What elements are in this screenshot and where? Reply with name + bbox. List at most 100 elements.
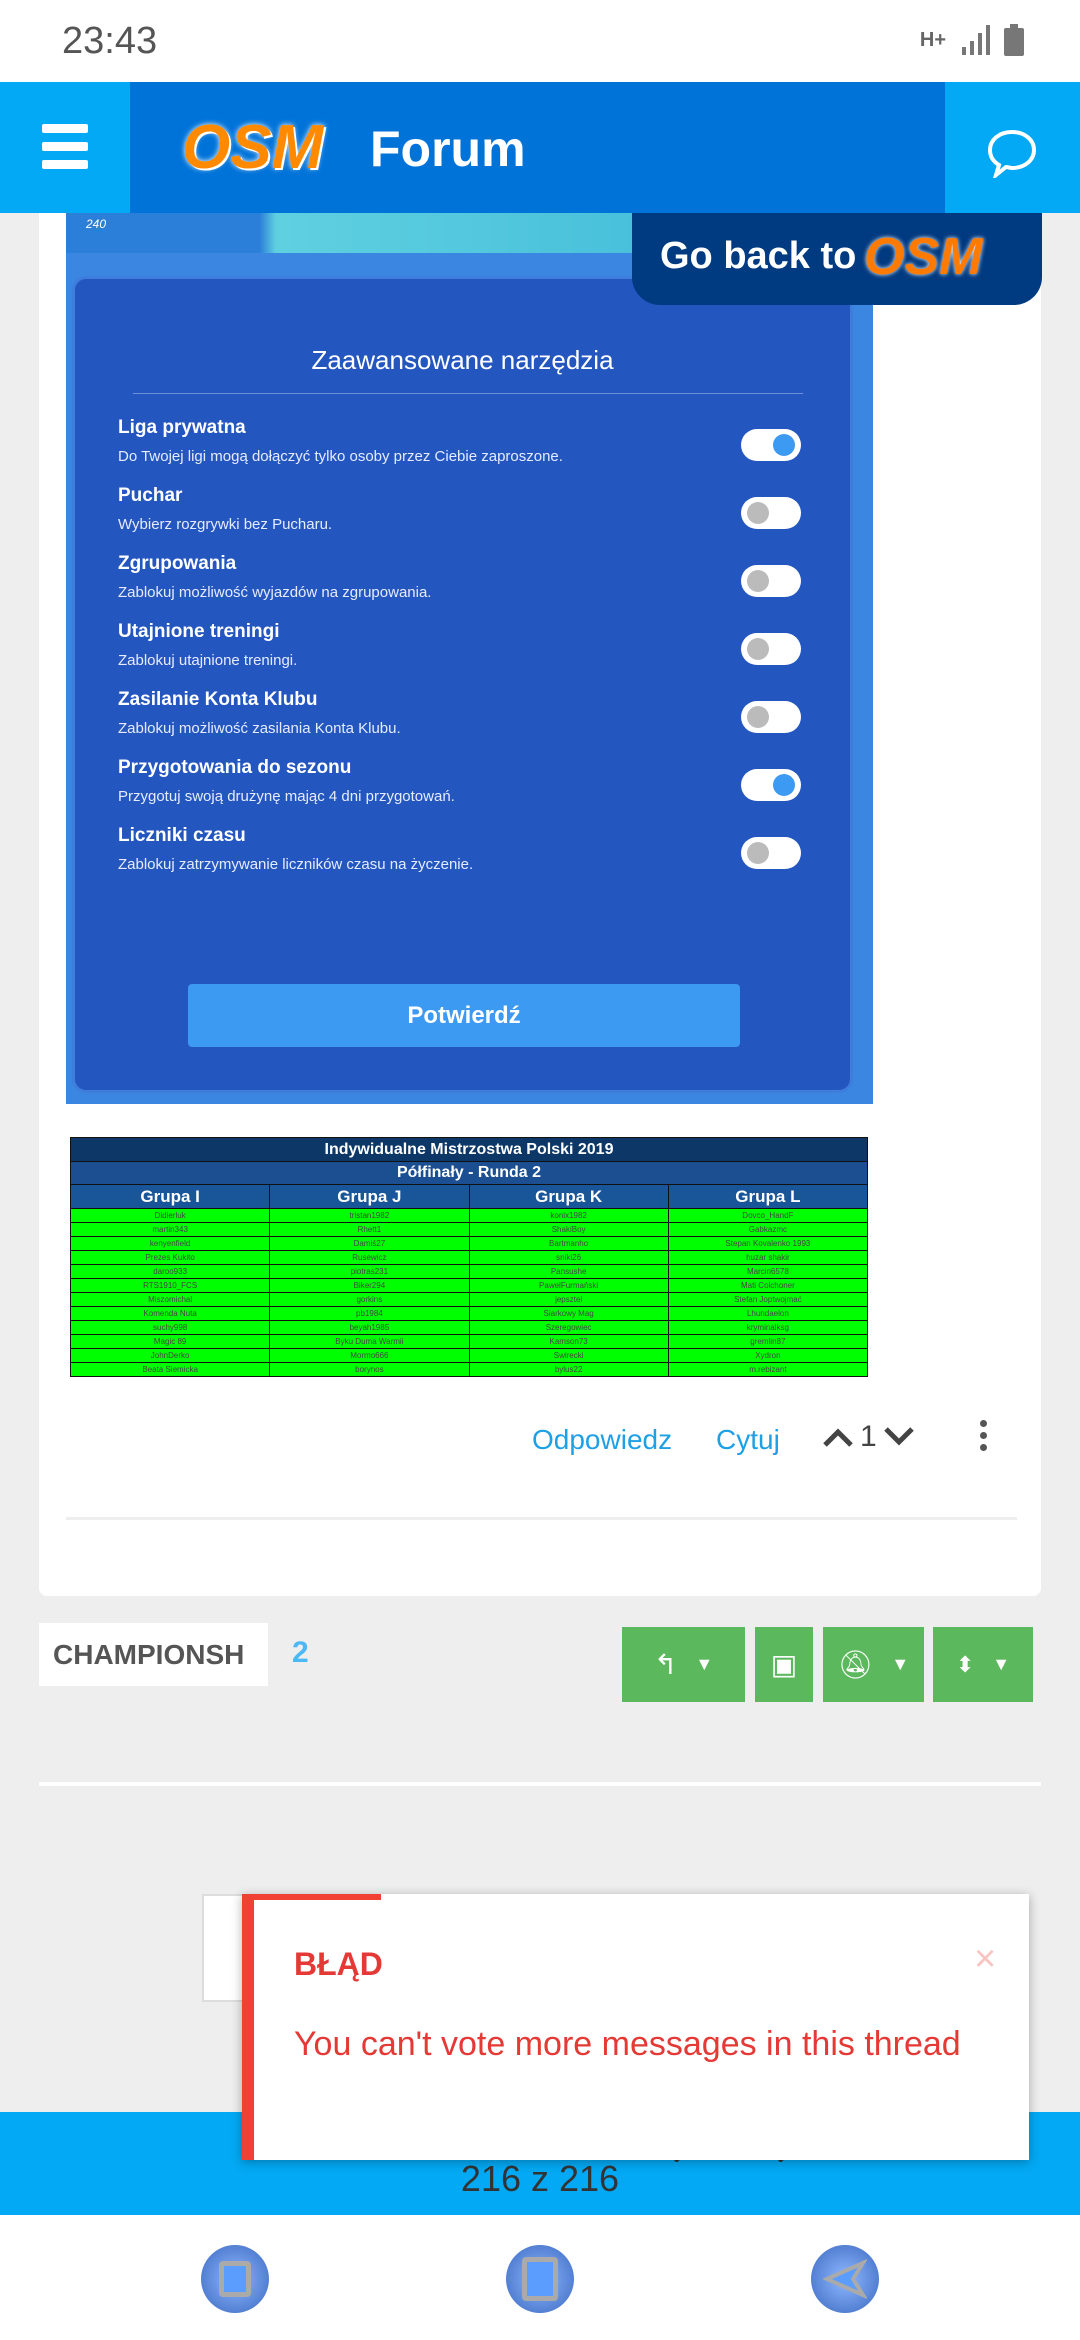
table-row: JohnDerko Mormo666 Swirecki Xydron xyxy=(69,1348,869,1363)
setting-item: Utajnione treningi Zablokuj utajnione tr… xyxy=(118,621,818,669)
panel-title: Zaawansowane narzędzia xyxy=(311,345,614,375)
post-image-settings: 240 Zaawansowane narzędzia Liga prywatna… xyxy=(66,213,873,1104)
table-cell: suchy998 xyxy=(69,1320,271,1335)
setting-toggle[interactable] xyxy=(741,497,801,529)
reply-dropdown-button[interactable]: ↰ ▼ xyxy=(622,1627,745,1702)
table-cell: Pansushe xyxy=(468,1264,669,1279)
table-cell: ShakiBoy xyxy=(468,1222,669,1237)
setting-toggle[interactable] xyxy=(741,565,801,597)
table-cell: Dovco_HandF xyxy=(667,1208,869,1223)
table-cell: Didierluk xyxy=(69,1208,271,1223)
setting-label: Liczniki czasu xyxy=(118,825,246,846)
setting-description: Wybierz rozgrywki bez Pucharu. xyxy=(118,516,333,533)
home-icon[interactable] xyxy=(506,2245,574,2313)
forum-home-link[interactable]: OSM Forum xyxy=(130,82,945,213)
setting-toggle[interactable] xyxy=(741,701,801,733)
setting-description: Zablokuj możliwość wyjazdów na zgrupowan… xyxy=(118,584,432,601)
table-cell: Komenda Nuta xyxy=(69,1306,271,1321)
system-nav-bar xyxy=(0,2215,1080,2340)
table-row: Magic 89 Byku Duma Warmii Kamson73 gremlin8… xyxy=(69,1334,869,1349)
setting-item: Puchar Wybierz rozgrywki bez Pucharu. xyxy=(118,485,818,533)
header-title: Forum xyxy=(370,121,526,177)
toast-title: BŁĄD xyxy=(294,1946,383,1982)
table-cell: Siarkowy Mag xyxy=(468,1306,669,1321)
reply-link[interactable]: Odpowiedz xyxy=(532,1424,672,1456)
upvote-icon[interactable] xyxy=(822,1426,854,1448)
setting-item: Przygotowania do sezonu Przygotuj swoją … xyxy=(118,757,818,805)
setting-toggle[interactable] xyxy=(741,429,801,461)
column-header: Grupa J xyxy=(269,1184,470,1209)
table-cell: Xydron xyxy=(667,1348,869,1363)
setting-toggle[interactable] xyxy=(741,837,801,869)
table-cell: Szeregowiec xyxy=(468,1320,669,1335)
menu-icon[interactable] xyxy=(42,124,88,170)
table-cell: Rhett1 xyxy=(269,1222,470,1237)
sort-button[interactable]: ⬍ ▼ xyxy=(933,1627,1033,1702)
table-row: suchy998 beyah1985 Szeregowiec kryminalksg xyxy=(69,1320,869,1335)
setting-toggle[interactable] xyxy=(741,769,801,801)
table-cell: piotras231 xyxy=(269,1264,470,1279)
table-cell: daroo933 xyxy=(69,1264,271,1279)
setting-item: Zasilanie Konta Klubu Zablokuj możliwość… xyxy=(118,689,818,737)
setting-description: Zablokuj możliwość zasilania Konta Klubu… xyxy=(118,720,401,737)
setting-item: Zgrupowania Zablokuj możliwość wyjazdów … xyxy=(118,553,818,601)
error-toast: BŁĄD You can't vote more messages in thi… xyxy=(242,1894,1029,2160)
page-indicator[interactable]: 216 z 216 xyxy=(0,2158,1080,2200)
osm-logo: OSM xyxy=(864,228,983,286)
column-header: Grupa I xyxy=(69,1184,271,1209)
sort-icon: ⬍ xyxy=(955,1651,975,1677)
setting-label: Utajnione treningi xyxy=(118,621,280,642)
table-cell: m.rebizant xyxy=(667,1362,869,1377)
caret-down-icon: ▼ xyxy=(695,1654,714,1674)
confirm-button[interactable]: Potwierdź xyxy=(188,984,740,1047)
back-icon[interactable] xyxy=(811,2245,879,2313)
toast-message: You can't vote more messages in this thr… xyxy=(294,2025,961,2063)
table-row: Komenda Nuta pb1984 Siarkowy Mag Lhundaelon xyxy=(69,1306,869,1321)
table-cell: jepsztel xyxy=(468,1292,669,1307)
go-back-to-osm-button[interactable]: Go back to OSM xyxy=(632,213,1042,305)
table-cell: bylus22 xyxy=(468,1362,669,1377)
setting-description: Zablokuj zatrzymywanie liczników czasu n… xyxy=(118,856,474,873)
table-cell: JohnDerko xyxy=(69,1348,271,1363)
inbox-button[interactable]: ▣ xyxy=(755,1627,813,1702)
caret-down-icon: ▼ xyxy=(992,1654,1011,1674)
signal-icon xyxy=(962,25,990,55)
table-subtitle: Półfinały - Runda 2 xyxy=(70,1161,868,1185)
setting-description: Przygotuj swoją drużynę mając 4 dni przy… xyxy=(118,788,455,805)
settings-panel: Zaawansowane narzędzia Liga prywatna Do … xyxy=(72,276,853,1093)
setting-description: Zablokuj utajnione treningi. xyxy=(118,652,298,669)
caret-down-icon: ▼ xyxy=(891,1654,910,1674)
table-row: Prezes Kukito Rusewicz sniki26 huzar shakir xyxy=(69,1250,869,1265)
setting-toggle[interactable] xyxy=(741,633,801,665)
setting-item: Liczniki czasu Zablokuj zatrzymywanie li… xyxy=(118,825,818,873)
table-row: RTS1910_FCS Biker294 PawelFurmański Mati Co… xyxy=(69,1278,869,1293)
table-cell: Miszomichal xyxy=(69,1292,271,1307)
table-cell: tristan1982 xyxy=(269,1208,470,1223)
quote-link[interactable]: Cytuj xyxy=(716,1424,780,1456)
inbox-icon: ▣ xyxy=(770,1649,798,1680)
vote-count: 1 xyxy=(860,1420,877,1453)
table-cell: sniki26 xyxy=(468,1250,669,1265)
tournament-table: Indywidualne Mistrzostwa Polski 2019 Pół… xyxy=(69,1137,869,1377)
table-row: daroo933 piotras231 Pansushe Marcin6578 xyxy=(69,1264,869,1279)
table-row: martin343 Rhett1 ShakiBoy Gabkazmc xyxy=(69,1222,869,1237)
table-cell: konix1982 xyxy=(468,1208,669,1223)
table-row: Didierluk tristan1982 konix1982 Dovco_HandF xyxy=(69,1208,869,1223)
reply-icon: ↰ xyxy=(653,1649,678,1680)
osm-logo: OSM xyxy=(182,113,324,182)
setting-label: Zgrupowania xyxy=(118,553,237,574)
table-cell: kryminalksg xyxy=(667,1320,869,1335)
table-cell: Biker294 xyxy=(269,1278,470,1293)
thread-tag[interactable]: CHAMPIONSH xyxy=(39,1623,268,1686)
table-cell: beyah1985 xyxy=(269,1320,470,1335)
downvote-icon[interactable] xyxy=(883,1426,915,1448)
chat-icon[interactable] xyxy=(985,128,1039,178)
more-options-icon[interactable] xyxy=(976,1420,990,1460)
notifications-button[interactable]: 🔕︎ ▼ xyxy=(823,1627,924,1702)
status-bar: 23:43 H+ xyxy=(0,0,1080,82)
network-type-icon: H+ xyxy=(919,28,946,51)
close-icon[interactable]: × xyxy=(974,1938,996,1981)
table-cell: martin343 xyxy=(69,1222,271,1237)
table-cell: Mati Colchoner xyxy=(667,1278,869,1293)
recent-apps-icon[interactable] xyxy=(201,2245,269,2313)
